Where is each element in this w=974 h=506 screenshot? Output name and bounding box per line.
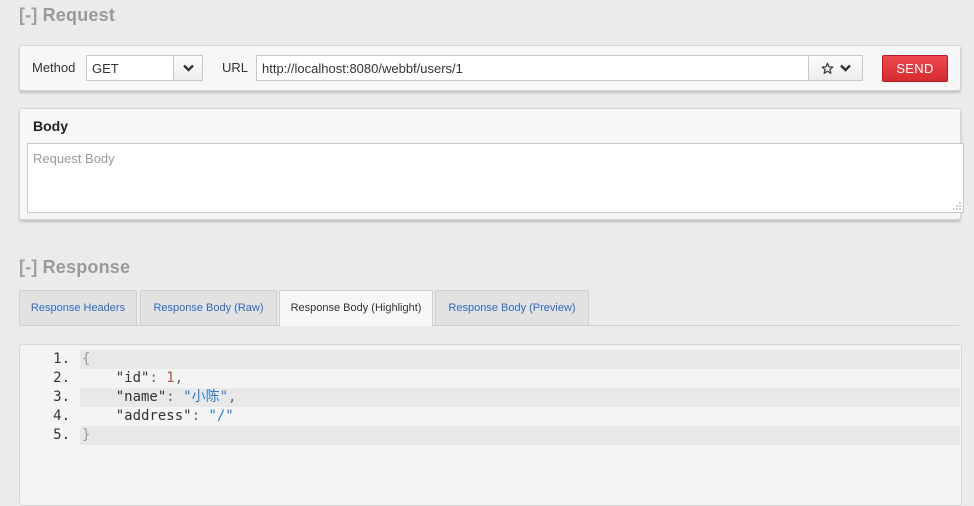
line-number: 2. xyxy=(53,370,70,386)
method-value: GET xyxy=(92,61,119,76)
url-value: http://localhost:8080/webbf/users/1 xyxy=(262,61,463,76)
json-number: 1 xyxy=(166,370,175,386)
url-input[interactable]: http://localhost:8080/webbf/users/1 xyxy=(256,55,863,81)
request-body-input[interactable]: Request Body xyxy=(27,143,964,213)
json-brace-close: } xyxy=(82,427,91,443)
code-line: 5. } xyxy=(20,426,960,445)
tabs-divider xyxy=(19,325,959,326)
tab-response-headers[interactable]: Response Headers xyxy=(19,290,137,325)
json-key: "name" xyxy=(115,389,167,405)
tab-response-body-preview[interactable]: Response Body (Preview) xyxy=(435,290,589,325)
response-title: Response xyxy=(42,257,131,277)
request-title: Request xyxy=(42,5,116,25)
response-collapse-toggle[interactable]: [-] xyxy=(19,257,38,277)
json-key: "id" xyxy=(115,370,150,386)
tab-response-body-raw[interactable]: Response Body (Raw) xyxy=(140,290,277,325)
line-number: 3. xyxy=(53,389,70,405)
code-line: 4. "address": "/" xyxy=(20,407,960,426)
code-line: 3. "name": "小陈", xyxy=(20,388,960,407)
code-line: 2. "id": 1, xyxy=(20,369,960,388)
send-button[interactable]: SEND xyxy=(882,55,948,82)
resize-grip-icon[interactable] xyxy=(953,202,961,210)
json-brace-open: { xyxy=(82,351,91,367)
method-select[interactable]: GET xyxy=(86,55,203,81)
method-dropdown-button[interactable] xyxy=(173,56,202,80)
line-number: 4. xyxy=(53,408,70,424)
line-number: 5. xyxy=(53,427,70,443)
json-key: "address" xyxy=(115,408,192,424)
body-title: Body xyxy=(33,118,68,134)
chevron-down-icon[interactable] xyxy=(839,64,851,72)
method-label: Method xyxy=(32,60,76,75)
url-label: URL xyxy=(222,60,249,75)
code-line: 1. { xyxy=(20,350,960,369)
request-bar: Method GET URL http://localhost:8080/web… xyxy=(19,45,961,91)
request-collapse-toggle[interactable]: [-] xyxy=(19,5,38,25)
json-string: "/" xyxy=(208,408,234,424)
body-panel: Body Request Body xyxy=(19,108,964,220)
request-body-placeholder: Request Body xyxy=(33,151,115,166)
tab-response-body-highlight[interactable]: Response Body (Highlight) xyxy=(279,290,433,326)
url-tools xyxy=(808,56,862,80)
chevron-down-icon xyxy=(182,64,194,72)
request-section-header[interactable]: [-] Request xyxy=(19,5,115,26)
json-string: "小陈" xyxy=(183,389,229,405)
response-code-panel: 1. { 2. "id": 1, 3. "name": "小陈", 4. "ad… xyxy=(19,344,962,506)
response-section-header[interactable]: [-] Response xyxy=(19,257,130,278)
star-icon[interactable] xyxy=(821,62,834,75)
line-number: 1. xyxy=(53,351,70,367)
